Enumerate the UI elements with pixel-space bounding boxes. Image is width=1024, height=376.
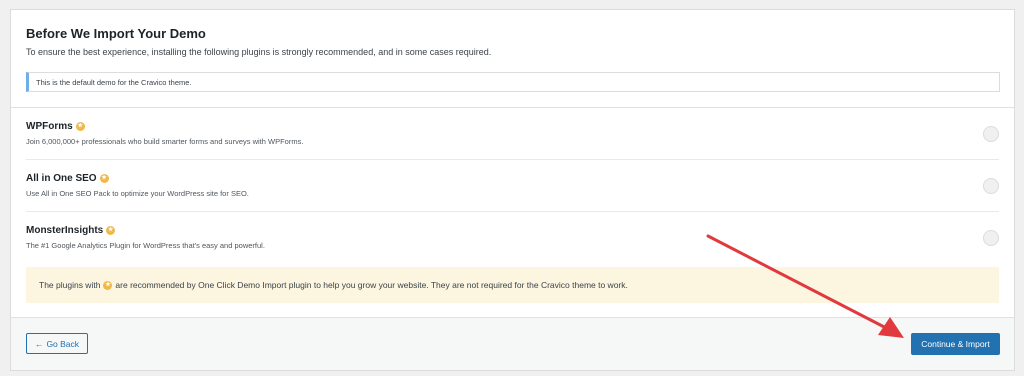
- plugin-description: Join 6,000,000+ professionals who build …: [26, 137, 304, 146]
- tip-text-after: are recommended by One Click Demo Import…: [115, 280, 628, 290]
- plugin-name: MonsterInsights: [26, 225, 104, 236]
- plugin-select-toggle[interactable]: [983, 126, 999, 142]
- plugin-select-toggle[interactable]: [983, 178, 999, 194]
- panel-header: Before We Import Your Demo To ensure the…: [11, 10, 1014, 92]
- plugin-row-aioseo: All in One SEO ★ Use All in One SEO Pack…: [26, 160, 999, 212]
- plugin-title: All in One SEO ★: [26, 173, 109, 184]
- page-subtitle: To ensure the best experience, installin…: [26, 47, 492, 57]
- plugin-row-wpforms: WPForms ★ Join 6,000,000+ professionals …: [26, 108, 999, 160]
- arrow-left-icon: ←: [34, 338, 44, 349]
- demo-notice: This is the default demo for the Cravico…: [26, 72, 1000, 92]
- star-icon: ★: [75, 122, 85, 131]
- plugin-select-toggle[interactable]: [983, 230, 999, 246]
- star-icon: ★: [103, 280, 113, 290]
- plugin-name: WPForms: [26, 121, 73, 132]
- plugin-name: All in One SEO: [26, 173, 97, 184]
- star-icon: ★: [106, 226, 116, 235]
- plugin-title: MonsterInsights ★: [26, 225, 116, 236]
- go-back-label: Go Back: [46, 338, 80, 349]
- go-back-button[interactable]: ← Go Back: [26, 333, 88, 354]
- panel-footer: ← Go Back Continue & Import: [11, 317, 1014, 370]
- star-icon: ★: [99, 174, 109, 183]
- tip-text-before: The plugins with: [39, 280, 101, 290]
- plugin-title: WPForms ★: [26, 121, 85, 132]
- continue-import-button[interactable]: Continue & Import: [911, 333, 1000, 355]
- import-panel: Before We Import Your Demo To ensure the…: [10, 9, 1015, 371]
- page-title: Before We Import Your Demo: [26, 26, 206, 41]
- plugin-description: The #1 Google Analytics Plugin for WordP…: [26, 241, 265, 250]
- plugin-description: Use All in One SEO Pack to optimize your…: [26, 189, 249, 198]
- plugin-row-monsterinsights: MonsterInsights ★ The #1 Google Analytic…: [26, 212, 999, 264]
- recommendation-tip: The plugins with ★ are recommended by On…: [26, 267, 999, 303]
